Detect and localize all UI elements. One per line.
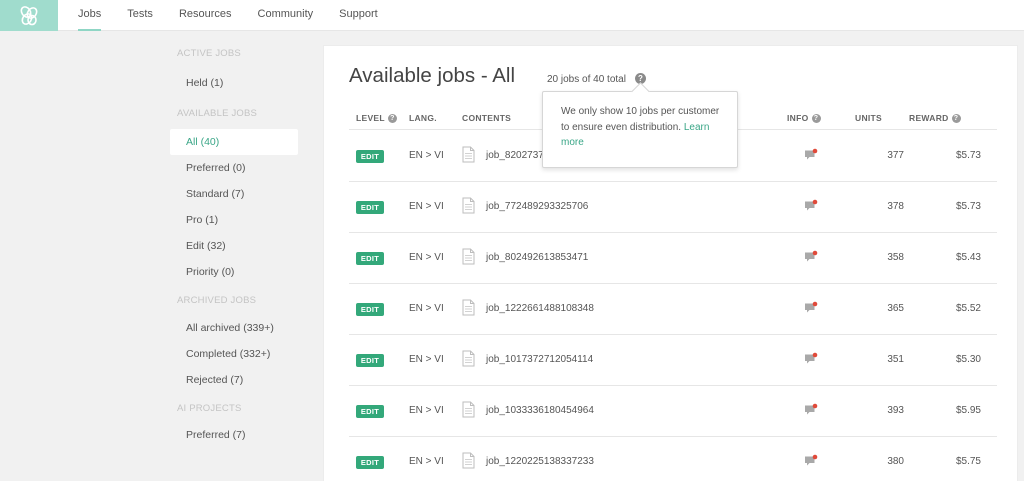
level-badge: EDIT [356,150,384,163]
level-badge: EDIT [356,303,384,316]
document-icon [462,299,475,316]
logo[interactable] [0,0,58,31]
job-units: 365 [887,303,904,314]
sidebar: ACTIVE JOBS Held (1) AVAILABLE JOBS All … [170,44,300,448]
level-badge: EDIT [356,252,384,265]
question-icon[interactable]: ? [951,113,961,123]
language-pair: EN > VI [409,201,444,212]
sidebar-item-edit[interactable]: Edit (32) [170,233,300,259]
question-icon[interactable]: ? [387,113,397,123]
table-row[interactable]: EDIT EN > VI job_1033336180454964 393 $5.95 [349,386,997,437]
nav-resources[interactable]: Resources [179,0,232,31]
comment-icon[interactable] [804,403,818,417]
comment-icon[interactable] [804,199,818,213]
nav-jobs[interactable]: Jobs [78,0,102,31]
table-row[interactable]: EDIT EN > VI job_772489293325706 378 $5.73 [349,182,997,233]
job-name[interactable]: job_1222661488108348 [486,303,594,314]
sidebar-item-all-archived[interactable]: All archived (339+) [170,315,300,341]
language-pair: EN > VI [409,456,444,467]
job-name[interactable]: job_772489293325706 [486,201,588,212]
document-icon [462,248,475,265]
job-reward: $5.73 [955,150,981,161]
job-reward: $5.43 [955,252,981,263]
job-units: 393 [887,405,904,416]
column-lang: LANG. [409,113,437,123]
column-units: UNITS [855,113,882,123]
job-units: 377 [887,150,904,161]
document-icon [462,452,475,469]
sidebar-item-all[interactable]: All (40) [170,129,298,155]
job-name[interactable]: job_802492613853471 [486,252,588,263]
sidebar-heading-ai: AI PROJECTS [177,403,242,414]
comment-icon[interactable] [804,352,818,366]
language-pair: EN > VI [409,252,444,263]
document-icon [462,197,475,214]
sidebar-item-held[interactable]: Held (1) [170,70,300,96]
job-name[interactable]: job_1220225138337233 [486,456,594,467]
document-icon [462,401,475,418]
column-info-label: INFO [787,113,809,123]
column-contents: CONTENTS [462,113,512,123]
language-pair: EN > VI [409,150,444,161]
job-reward: $5.30 [955,354,981,365]
job-units: 351 [887,354,904,365]
comment-icon[interactable] [804,250,818,264]
document-icon [462,350,475,367]
nav-support[interactable]: Support [339,0,378,31]
question-icon[interactable]: ? [811,113,821,123]
column-level: LEVEL ? [356,113,397,123]
job-reward: $5.95 [955,405,981,416]
page-title: Available jobs - All [349,64,515,87]
job-count: 20 jobs of 40 total [547,74,626,85]
flower-logo-icon [20,5,38,25]
level-badge: EDIT [356,456,384,469]
job-reward: $5.75 [955,456,981,467]
sidebar-item-rejected[interactable]: Rejected (7) [170,367,300,393]
sidebar-heading-archived: ARCHIVED JOBS [177,295,257,306]
job-limit-tooltip: We only show 10 jobs per customer to ens… [542,91,738,168]
language-pair: EN > VI [409,405,444,416]
table-row[interactable]: EDIT EN > VI job_802492613853471 358 $5.43 [349,233,997,284]
job-units: 380 [887,456,904,467]
job-reward: $5.52 [955,303,981,314]
comment-icon[interactable] [804,148,818,162]
job-reward: $5.73 [955,201,981,212]
sidebar-heading-available: AVAILABLE JOBS [177,108,258,119]
column-level-label: LEVEL [356,113,385,123]
sidebar-item-ai-preferred[interactable]: Preferred (7) [170,422,300,448]
document-icon [462,146,475,163]
sidebar-item-preferred[interactable]: Preferred (0) [170,155,300,181]
job-name[interactable]: job_1033336180454964 [486,405,594,416]
level-badge: EDIT [356,405,384,418]
column-info: INFO ? [787,113,821,123]
job-name[interactable]: job_8202737 [486,150,544,161]
table-row[interactable]: EDIT EN > VI job_1017372712054114 351 $5.30 [349,335,997,386]
column-reward: REWARD ? [909,113,961,123]
nav-tests[interactable]: Tests [127,0,153,31]
level-badge: EDIT [356,354,384,367]
sidebar-item-priority[interactable]: Priority (0) [170,259,300,285]
level-badge: EDIT [356,201,384,214]
sidebar-item-pro[interactable]: Pro (1) [170,207,300,233]
job-units: 358 [887,252,904,263]
language-pair: EN > VI [409,354,444,365]
job-units: 378 [887,201,904,212]
sidebar-heading-active: ACTIVE JOBS [177,48,241,59]
nav-community[interactable]: Community [258,0,314,31]
table-row[interactable]: EDIT EN > VI job_1222661488108348 365 $5.52 [349,284,997,335]
column-reward-label: REWARD [909,113,949,123]
main-nav: Jobs Tests Resources Community Support [78,0,404,31]
top-bar: Jobs Tests Resources Community Support [0,0,1024,31]
comment-icon[interactable] [804,454,818,468]
sidebar-item-completed[interactable]: Completed (332+) [170,341,300,367]
comment-icon[interactable] [804,301,818,315]
sidebar-item-standard[interactable]: Standard (7) [170,181,300,207]
job-name[interactable]: job_1017372712054114 [486,354,593,365]
language-pair: EN > VI [409,303,444,314]
table-row[interactable]: EDIT EN > VI job_1220225138337233 380 $5.75 [349,437,997,481]
